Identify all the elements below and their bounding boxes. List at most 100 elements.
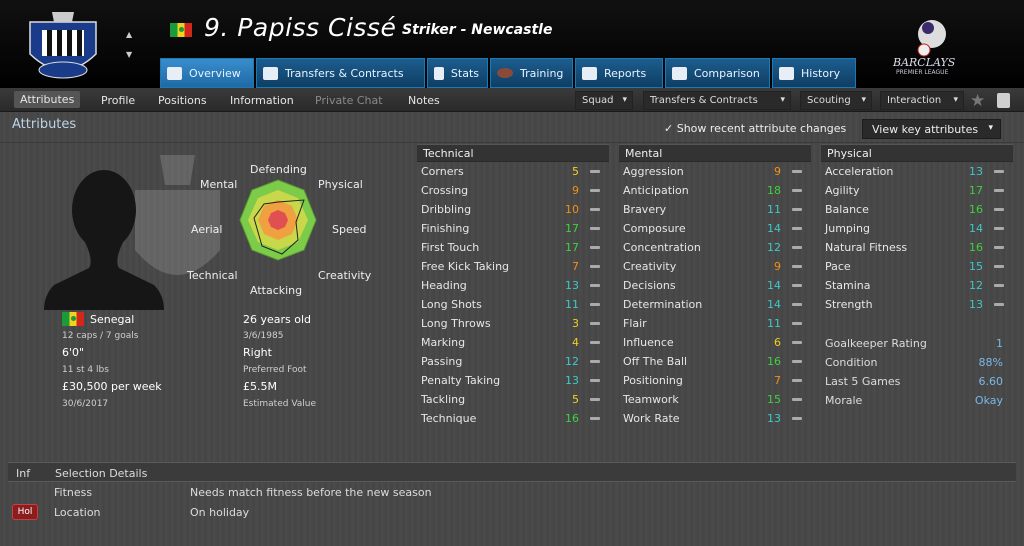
attribute-name: Heading xyxy=(421,279,467,292)
attribute-name: Passing xyxy=(421,355,463,368)
attribute-row[interactable]: Decisions 14 xyxy=(619,276,811,295)
attribute-row[interactable]: Composure 14 xyxy=(619,219,811,238)
squad-dropdown[interactable]: Squad xyxy=(575,91,633,110)
selection-header: Inf Selection Details xyxy=(8,462,1016,482)
attribute-row[interactable]: Jumping 14 xyxy=(821,219,1013,238)
no-change-dash-icon xyxy=(590,208,600,211)
attribute-row[interactable]: Work Rate 13 xyxy=(619,409,811,428)
attribute-row[interactable]: Off The Ball 16 xyxy=(619,352,811,371)
attribute-row[interactable]: Determination 14 xyxy=(619,295,811,314)
scouting-dropdown[interactable]: Scouting xyxy=(800,91,872,110)
attribute-row[interactable]: Long Throws 3 xyxy=(417,314,609,333)
attribute-row[interactable]: Morale Okay xyxy=(821,391,1013,410)
tab-overview[interactable]: Overview xyxy=(160,58,254,88)
transfers-contracts-dropdown[interactable]: Transfers & Contracts xyxy=(643,91,791,110)
player-silhouette-icon xyxy=(44,170,164,310)
no-change-dash-icon xyxy=(590,189,600,192)
holiday-badge[interactable]: Hol xyxy=(12,504,38,520)
attribute-value: 1 xyxy=(996,337,1003,350)
sub-navigation: Attributes Profile Positions Information… xyxy=(0,88,1024,112)
attribute-row[interactable]: Long Shots 11 xyxy=(417,295,609,314)
fitness-value: Needs match fitness before the new seaso… xyxy=(190,486,432,499)
attribute-row[interactable]: Technique 16 xyxy=(417,409,609,428)
interaction-dropdown[interactable]: Interaction xyxy=(880,91,964,110)
attribute-name: First Touch xyxy=(421,241,480,254)
radar-label-creativity: Creativity xyxy=(318,269,372,282)
subnav-attributes[interactable]: Attributes xyxy=(14,91,81,108)
subnav-profile[interactable]: Profile xyxy=(101,94,135,107)
attribute-row[interactable]: Free Kick Taking 7 xyxy=(417,257,609,276)
tab-comparison[interactable]: Comparison xyxy=(665,58,770,88)
overview-icon xyxy=(167,66,182,80)
attribute-row[interactable]: Agility 17 xyxy=(821,181,1013,200)
attribute-row[interactable]: Influence 6 xyxy=(619,333,811,352)
attribute-row[interactable]: Penalty Taking 13 xyxy=(417,371,609,390)
physical-column: Physical Acceleration 13 Agility 17 Balance 1… xyxy=(821,144,1013,410)
contract-icon xyxy=(263,66,278,80)
attribute-row[interactable]: First Touch 17 xyxy=(417,238,609,257)
attribute-value: 12 xyxy=(767,241,781,254)
attribute-row[interactable]: Passing 12 xyxy=(417,352,609,371)
attribute-row[interactable]: Finishing 17 xyxy=(417,219,609,238)
attribute-row[interactable]: Condition 88% xyxy=(821,353,1013,372)
contract-expiry: 30/6/2017 xyxy=(62,399,109,409)
subnav-information[interactable]: Information xyxy=(230,94,294,107)
star-icon[interactable]: ★ xyxy=(970,91,985,111)
subnav-private-chat[interactable]: Private Chat xyxy=(315,94,383,107)
attribute-value: 16 xyxy=(565,412,579,425)
no-change-dash-icon xyxy=(994,227,1004,230)
sort-arrows-icon[interactable]: ▲ ▼ xyxy=(126,30,132,60)
radar-label-speed: Speed xyxy=(332,223,367,236)
tab-reports[interactable]: Reports xyxy=(575,58,663,88)
attribute-row[interactable]: Tackling 5 xyxy=(417,390,609,409)
player-name: 9. Papiss Cissé xyxy=(204,13,397,42)
attribute-name: Positioning xyxy=(623,374,683,387)
attribute-row[interactable]: Balance 16 xyxy=(821,200,1013,219)
attribute-row[interactable]: Aggression 9 xyxy=(619,162,811,181)
subnav-notes[interactable]: Notes xyxy=(408,94,440,107)
attribute-row[interactable]: Pace 15 xyxy=(821,257,1013,276)
attribute-row[interactable]: Acceleration 13 xyxy=(821,162,1013,181)
mental-column: Mental Aggression 9 Anticipation 18 Bravery 1… xyxy=(619,144,811,428)
attribute-row[interactable]: Teamwork 15 xyxy=(619,390,811,409)
view-key-attributes-button[interactable]: View key attributes xyxy=(862,119,1002,139)
show-recent-changes-checkbox[interactable]: ✓ Show recent attribute changes xyxy=(664,122,846,135)
notes-icon[interactable] xyxy=(997,93,1010,108)
attribute-row[interactable]: Concentration 12 xyxy=(619,238,811,257)
tab-history[interactable]: History xyxy=(772,58,856,88)
radar-label-aerial: Aerial xyxy=(191,223,223,236)
physical-extra-rows: Goalkeeper Rating 1 Condition 88% Last 5 Gam… xyxy=(821,334,1013,410)
comparison-icon xyxy=(672,66,687,80)
attribute-value: 15 xyxy=(969,260,983,273)
attribute-row[interactable]: Heading 13 xyxy=(417,276,609,295)
attribute-row[interactable]: Bravery 11 xyxy=(619,200,811,219)
attribute-row[interactable]: Goalkeeper Rating 1 xyxy=(821,334,1013,353)
training-icon xyxy=(497,68,513,78)
location-label: Location xyxy=(54,506,101,519)
tab-stats[interactable]: Stats xyxy=(427,58,488,88)
attribute-row[interactable]: Strength 13 xyxy=(821,295,1013,314)
preferred-foot-label: Preferred Foot xyxy=(243,365,307,375)
attribute-row[interactable]: Natural Fitness 16 xyxy=(821,238,1013,257)
selection-title: Selection Details xyxy=(55,467,148,480)
attribute-name: Corners xyxy=(421,165,464,178)
attribute-row[interactable]: Last 5 Games 6.60 xyxy=(821,372,1013,391)
attribute-name: Agility xyxy=(825,184,860,197)
attribute-row[interactable]: Anticipation 18 xyxy=(619,181,811,200)
attribute-row[interactable]: Flair 11 xyxy=(619,314,811,333)
attribute-row[interactable]: Crossing 9 xyxy=(417,181,609,200)
attribute-value: 6.60 xyxy=(978,375,1004,388)
subnav-positions[interactable]: Positions xyxy=(158,94,207,107)
tab-transfers-contracts[interactable]: Transfers & Contracts xyxy=(256,58,425,88)
attribute-row[interactable]: Dribbling 10 xyxy=(417,200,609,219)
attribute-row[interactable]: Marking 4 xyxy=(417,333,609,352)
attribute-row[interactable]: Corners 5 xyxy=(417,162,609,181)
radar-label-physical: Physical xyxy=(318,178,363,191)
checkmark-icon: ✓ xyxy=(664,122,677,135)
attribute-row[interactable]: Positioning 7 xyxy=(619,371,811,390)
attribute-value: 5 xyxy=(572,393,579,406)
attribute-row[interactable]: Creativity 9 xyxy=(619,257,811,276)
radar-label-technical: Technical xyxy=(187,269,238,282)
tab-training[interactable]: Training xyxy=(490,58,573,88)
attribute-row[interactable]: Stamina 12 xyxy=(821,276,1013,295)
